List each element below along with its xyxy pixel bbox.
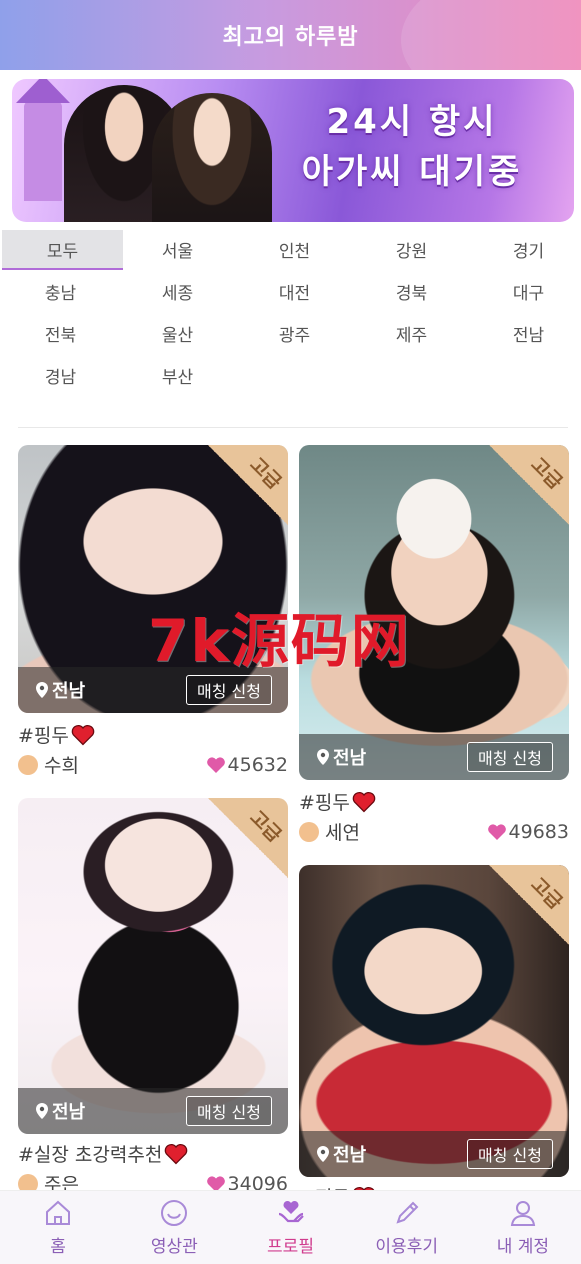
region-filter: 모두 서울 인천 강원 경기 충남 세종 대전 경북 대구 전북 울산 광주 제…: [0, 228, 581, 396]
like-count-value: 45632: [227, 753, 288, 776]
nav-label: 홈: [50, 1237, 66, 1257]
location: 전남: [315, 744, 366, 770]
location-pin-icon: [36, 682, 48, 698]
profile-photo[interactable]: 고급 전남 매칭 신청: [18, 798, 288, 1134]
location-label: 전남: [333, 1145, 367, 1166]
location-pin-icon: [317, 1146, 329, 1162]
heart-icon: [352, 791, 376, 812]
section-divider: [18, 427, 568, 428]
profile-tag: #핑두: [299, 788, 376, 815]
location-label: 전남: [52, 1102, 86, 1123]
nav-video[interactable]: 영상관: [116, 1191, 232, 1264]
heart-icon: [165, 1143, 188, 1164]
nav-label: 내 계정: [496, 1237, 550, 1257]
user-icon: [510, 1201, 536, 1226]
banner-line-2: 아가씨 대기중: [301, 152, 523, 192]
match-request-button[interactable]: 매칭 신청: [186, 675, 272, 705]
profile-tag: #실장 초강력추천: [18, 1140, 188, 1167]
location: 전남: [34, 1098, 85, 1124]
banner-text: 24시 항시 아가씨 대기중: [262, 97, 562, 197]
avatar-dot: [299, 821, 319, 842]
banner-line-1: 24시 항시: [326, 102, 498, 142]
region-seoul[interactable]: 서울: [119, 228, 236, 270]
location-pin-icon: [317, 749, 329, 765]
like-count: 45632: [206, 754, 288, 776]
smile-icon: [161, 1200, 188, 1226]
bottom-nav: 홈 영상관 프로필 이용후기 내 계정: [0, 1190, 581, 1264]
profile-meta: 수희 45632: [18, 751, 288, 778]
region-daegu[interactable]: 대구: [470, 270, 581, 312]
page-title: 최고의 하루밤: [222, 25, 359, 50]
region-busan[interactable]: 부산: [119, 354, 236, 396]
region-gwangju[interactable]: 광주: [236, 312, 353, 354]
region-jeju[interactable]: 제주: [353, 312, 470, 354]
location: 전남: [34, 677, 85, 703]
tag-text: #핑두: [299, 792, 350, 814]
banner-photo-right: [152, 93, 272, 222]
nav-profile[interactable]: 프로필: [232, 1191, 348, 1264]
profile-meta: 세연 49683: [299, 818, 569, 845]
photo-overlay-bar: 전남 매칭 신청: [299, 1131, 569, 1177]
region-jeonbuk[interactable]: 전북: [2, 312, 119, 354]
region-gangwon[interactable]: 강원: [353, 228, 470, 270]
name-text: 수희: [44, 755, 79, 777]
like-count-value: 49683: [508, 820, 569, 843]
profile-name: 세연: [299, 818, 360, 845]
pencil-icon: [396, 1201, 419, 1224]
match-request-button[interactable]: 매칭 신청: [467, 742, 553, 772]
profile-photo[interactable]: 고급 전남 매칭 신청: [18, 445, 288, 713]
photo-overlay-bar: 전남 매칭 신청: [18, 1088, 288, 1134]
region-jeonnam[interactable]: 전남: [470, 312, 581, 354]
nav-account[interactable]: 내 계정: [465, 1191, 581, 1264]
avatar-dot: [18, 754, 38, 775]
location-label: 전남: [333, 748, 367, 769]
region-gyeongnam[interactable]: 경남: [2, 354, 119, 396]
nav-home[interactable]: 홈: [0, 1191, 116, 1264]
heart-icon: [71, 724, 95, 745]
region-gyeongbuk[interactable]: 경북: [353, 270, 470, 312]
match-request-button[interactable]: 매칭 신청: [467, 1139, 553, 1169]
profile-photo[interactable]: 고급 전남 매칭 신청: [299, 445, 569, 780]
home-icon: [46, 1200, 71, 1225]
match-request-button[interactable]: 매칭 신청: [186, 1096, 272, 1126]
region-incheon[interactable]: 인천: [236, 228, 353, 270]
profile-photo[interactable]: 고급 전남 매칭 신청: [299, 865, 569, 1177]
nav-label: 프로필: [267, 1237, 314, 1257]
photo-overlay-bar: 전남 매칭 신청: [18, 667, 288, 713]
region-chungnam[interactable]: 충남: [2, 270, 119, 312]
profile-heart-icon: [278, 1200, 304, 1223]
region-ulsan[interactable]: 울산: [119, 312, 236, 354]
region-all[interactable]: 모두: [2, 230, 123, 270]
like-count: 49683: [487, 821, 569, 843]
app-header: 최고의 하루밤: [0, 0, 581, 70]
region-sejong[interactable]: 세종: [119, 270, 236, 312]
nav-reviews[interactable]: 이용후기: [349, 1191, 465, 1264]
nav-label: 영상관: [150, 1237, 198, 1257]
like-heart-icon: [206, 756, 225, 773]
castle-tower-graphic: [16, 79, 70, 201]
tag-text: #실장 초강력추천: [18, 1144, 163, 1166]
nav-label: 이용후기: [375, 1237, 438, 1257]
promo-banner[interactable]: 24시 항시 아가씨 대기중: [12, 79, 574, 222]
location: 전남: [315, 1141, 366, 1167]
profile-tag: #핑두: [18, 721, 95, 748]
region-daejeon[interactable]: 대전: [236, 270, 353, 312]
photo-overlay-bar: 전남 매칭 신청: [299, 734, 569, 780]
name-text: 세연: [325, 822, 360, 844]
location-label: 전남: [52, 681, 86, 702]
profile-name: 수희: [18, 751, 79, 778]
tag-text: #핑두: [18, 725, 69, 747]
region-gyeonggi[interactable]: 경기: [470, 228, 581, 270]
like-heart-icon: [487, 823, 506, 840]
location-pin-icon: [36, 1103, 48, 1119]
